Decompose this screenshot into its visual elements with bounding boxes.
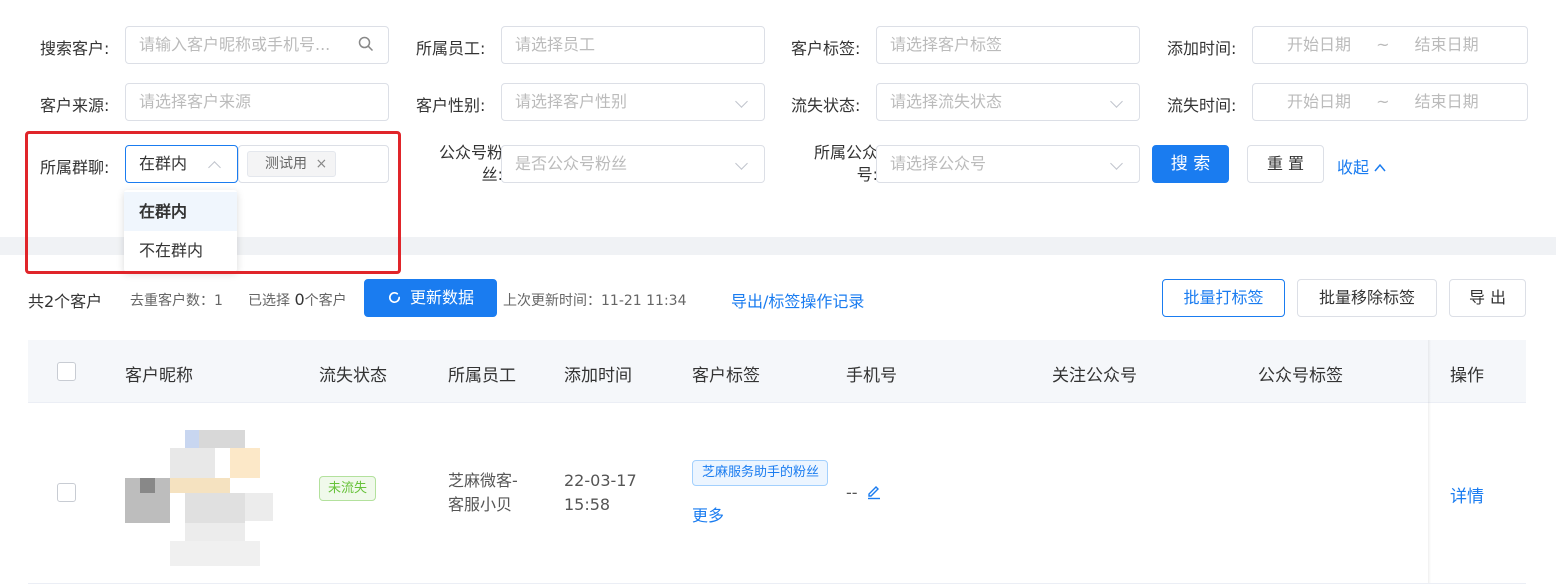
- row-checkbox[interactable]: [57, 483, 76, 502]
- churn-time-start[interactable]: 开始日期: [1287, 92, 1351, 111]
- gender-select[interactable]: 请选择客户性别: [501, 83, 765, 121]
- tag-placeholder: 请选择客户标签: [890, 35, 1003, 54]
- search-icon[interactable]: [358, 27, 374, 63]
- more-tags-link[interactable]: 更多: [692, 502, 724, 526]
- refresh-icon: [388, 291, 401, 303]
- reset-button[interactable]: 重 置: [1247, 145, 1324, 183]
- mp-fan-label-line2: 丝:: [481, 165, 503, 184]
- row-add-clock: 15:58: [564, 495, 611, 514]
- customer-tag: 芝麻服务助手的粉丝: [692, 460, 828, 486]
- tag-label: 客户标签:: [791, 39, 861, 58]
- mp-select[interactable]: 请选择公众号: [876, 145, 1140, 183]
- highlight-box: [25, 131, 401, 274]
- edit-icon[interactable]: [866, 484, 882, 500]
- select-all-checkbox[interactable]: [57, 362, 76, 381]
- tag-select[interactable]: 请选择客户标签: [876, 26, 1140, 64]
- column-header-nickname: 客户昵称: [125, 366, 193, 386]
- selected-count: 0: [294, 290, 305, 309]
- selected-prefix: 已选择: [248, 293, 290, 309]
- search-input[interactable]: 请输入客户昵称或手机号...: [125, 26, 389, 64]
- export-log-link[interactable]: 导出/标签操作记录: [731, 288, 864, 312]
- add-time-separator: ~: [1376, 35, 1390, 54]
- mp-label-line2: 号:: [856, 165, 878, 184]
- add-time-end[interactable]: 结束日期: [1415, 35, 1479, 54]
- churn-time-range[interactable]: 开始日期 ~ 结束日期: [1252, 83, 1528, 121]
- row-add-date: 22-03-17: [564, 471, 637, 490]
- staff-label: 所属员工:: [416, 39, 486, 58]
- row-staff-line1: 芝麻微客-: [448, 471, 518, 490]
- row-staff-line2: 客服小贝: [448, 495, 513, 514]
- mp-placeholder: 请选择公众号: [890, 154, 987, 173]
- search-button[interactable]: 搜 索: [1152, 145, 1229, 183]
- chevron-down-icon: [1110, 157, 1123, 170]
- batch-tag-button[interactable]: 批量打标签: [1162, 279, 1285, 317]
- update-data-button[interactable]: 更新数据: [364, 279, 497, 317]
- source-placeholder: 请选择客户来源: [139, 92, 252, 111]
- collapse-link[interactable]: 收起: [1337, 154, 1386, 178]
- mp-fan-select[interactable]: 是否公众号粉丝: [501, 145, 765, 183]
- churn-label: 流失状态:: [791, 96, 861, 115]
- staff-select[interactable]: 请选择员工: [501, 26, 765, 64]
- row-phone: --: [846, 483, 882, 502]
- row-staff: 芝麻微客- 客服小贝: [448, 469, 518, 517]
- column-header-mp-tags: 公众号标签: [1258, 366, 1343, 386]
- churn-placeholder: 请选择流失状态: [890, 92, 1003, 111]
- mp-fan-label-line1: 公众号粉: [438, 143, 503, 162]
- gender-placeholder: 请选择客户性别: [515, 92, 628, 111]
- avatar: [125, 430, 275, 570]
- selected-suffix: 个客户: [304, 293, 347, 309]
- mp-fan-label: 公众号粉 丝:: [425, 142, 503, 186]
- add-time-range[interactable]: 开始日期 ~ 结束日期: [1252, 26, 1528, 64]
- chevron-down-icon: [735, 157, 748, 170]
- source-label: 客户来源:: [40, 96, 110, 115]
- column-header-phone: 手机号: [846, 366, 897, 386]
- chevron-down-icon: [735, 95, 748, 108]
- column-header-tags: 客户标签: [692, 366, 760, 386]
- dedup-count: 去重客户数：1: [130, 293, 223, 309]
- total-count: 共2个客户: [28, 292, 103, 311]
- batch-remove-tag-button[interactable]: 批量移除标签: [1297, 279, 1437, 317]
- add-time-label: 添加时间:: [1167, 39, 1237, 58]
- staff-placeholder: 请选择员工: [515, 35, 596, 54]
- churn-time-label: 流失时间:: [1167, 96, 1237, 115]
- last-update-time: 上次更新时间：11-21 11:34: [503, 293, 687, 309]
- search-placeholder: 请输入客户昵称或手机号...: [139, 35, 331, 54]
- churn-time-end[interactable]: 结束日期: [1415, 92, 1479, 111]
- column-header-staff: 所属员工: [448, 366, 516, 386]
- chevron-down-icon: [1110, 95, 1123, 108]
- search-label: 搜索客户:: [40, 39, 110, 58]
- row-add-time: 22-03-17 15:58: [564, 469, 637, 517]
- export-button[interactable]: 导 出: [1449, 279, 1526, 317]
- add-time-start[interactable]: 开始日期: [1287, 35, 1351, 54]
- mp-label-line1: 所属公众: [813, 143, 878, 162]
- mp-label: 所属公众 号:: [800, 142, 878, 186]
- collapse-label: 收起: [1337, 158, 1370, 177]
- churn-select[interactable]: 请选择流失状态: [876, 83, 1140, 121]
- source-select[interactable]: 请选择客户来源: [125, 83, 389, 121]
- column-header-churn: 流失状态: [319, 366, 387, 386]
- update-data-label: 更新数据: [409, 288, 474, 307]
- row-phone-value: --: [846, 483, 858, 502]
- gender-label: 客户性别:: [416, 96, 486, 115]
- mp-fan-placeholder: 是否公众号粉丝: [515, 154, 628, 173]
- selected-info: 已选择 0个客户: [248, 290, 347, 310]
- column-header-actions: 操作: [1450, 366, 1484, 386]
- detail-link[interactable]: 详情: [1450, 482, 1484, 507]
- column-header-mp-follow: 关注公众号: [1052, 366, 1137, 386]
- chevron-up-icon: [1374, 163, 1386, 172]
- churn-time-separator: ~: [1376, 92, 1390, 111]
- status-badge: 未流失: [319, 476, 377, 501]
- column-header-add-time: 添加时间: [564, 366, 632, 386]
